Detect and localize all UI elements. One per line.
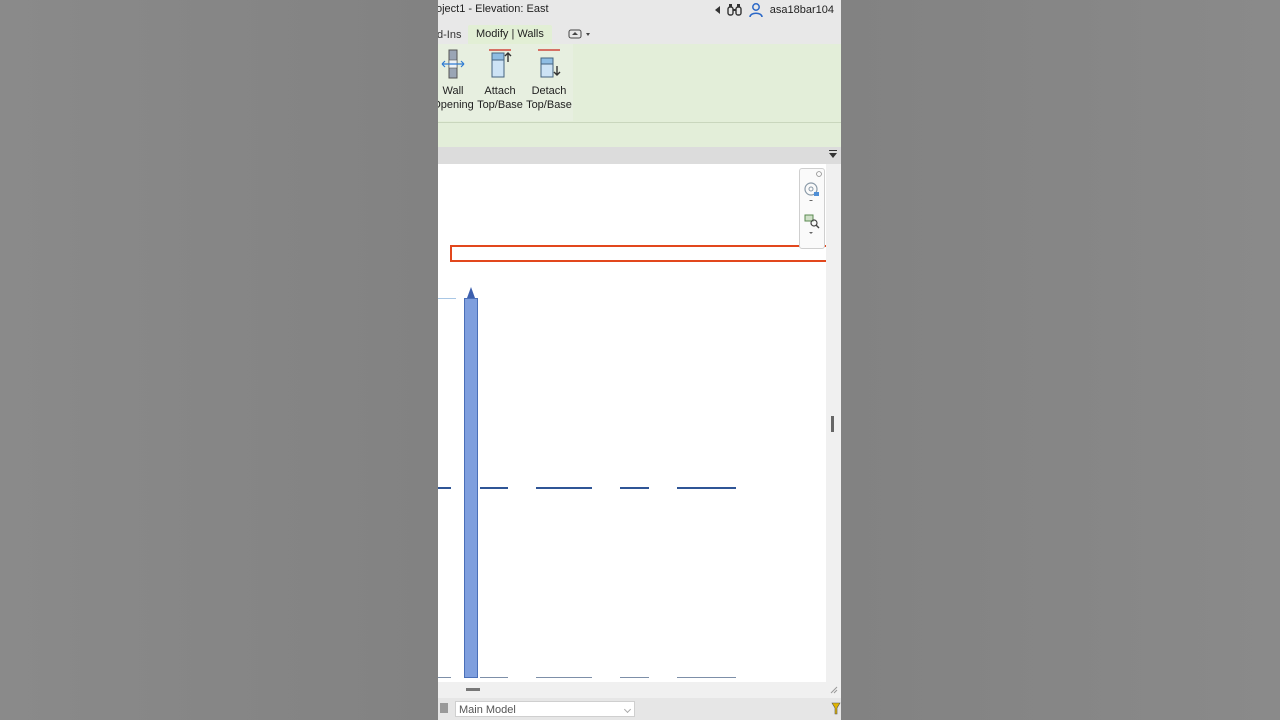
- drawing-canvas[interactable]: [438, 164, 826, 682]
- attach-label-1: Attach: [484, 85, 516, 97]
- window-title: oject1 - Elevation: East: [438, 3, 549, 15]
- detach-top-base-icon: [538, 49, 561, 78]
- panel-toggle-icon[interactable]: [568, 29, 594, 42]
- floor-line-segment: [438, 677, 451, 678]
- level-line: [438, 298, 456, 299]
- binoculars-icon[interactable]: [727, 4, 742, 16]
- title-bar: oject1 - Elevation: East asa18bar104: [438, 0, 841, 23]
- vertical-scroll-thumb[interactable]: [831, 416, 834, 432]
- floor-line-segment: [480, 677, 508, 678]
- horizontal-scroll-thumb[interactable]: [466, 688, 480, 691]
- detach-top-base-button[interactable]: Detach Top/Base: [525, 48, 573, 112]
- ribbon-tabs: d-Ins Modify | Walls: [438, 23, 841, 44]
- user-icon[interactable]: [749, 3, 763, 17]
- filter-icon[interactable]: [831, 702, 841, 716]
- detach-label-2: Top/Base: [526, 99, 572, 111]
- attach-label-2: Top/Base: [477, 99, 523, 111]
- elevation-line-segment: [438, 487, 451, 489]
- wall-opening-label-2: Opening: [438, 99, 474, 111]
- view-header-bar: [438, 147, 841, 164]
- elevation-line-segment: [620, 487, 649, 489]
- background-right: [841, 0, 1280, 720]
- attach-top-base-button[interactable]: Attach Top/Base: [476, 48, 524, 112]
- vertical-scrollbar[interactable]: [826, 164, 841, 682]
- navigation-bar: [799, 168, 825, 249]
- active-model-value: Main Model: [459, 704, 516, 716]
- zoom-icon[interactable]: [803, 213, 821, 235]
- wall-opening-icon: [441, 49, 465, 79]
- background-left: [0, 0, 438, 720]
- horizontal-scrollbar[interactable]: [438, 682, 841, 698]
- wall-opening-button[interactable]: Wall Opening: [438, 48, 477, 112]
- tab-add-ins[interactable]: d-Ins: [438, 26, 461, 44]
- revit-window: oject1 - Elevation: East asa18bar104 d-I…: [438, 0, 841, 720]
- elevation-line-segment: [480, 487, 508, 489]
- elevation-line-segment: [536, 487, 592, 489]
- chevron-down-icon: [623, 705, 632, 714]
- ribbon-divider: [438, 122, 841, 123]
- resize-grip-icon[interactable]: [830, 686, 838, 694]
- title-tools: asa18bar104: [714, 3, 834, 17]
- wall-top-grip[interactable]: [467, 287, 475, 298]
- floor-line-segment: [677, 677, 736, 678]
- floor-line-segment: [620, 677, 649, 678]
- steering-wheel-icon[interactable]: [803, 181, 821, 201]
- close-navbar-icon[interactable]: [816, 171, 822, 177]
- floor-line-segment: [536, 677, 592, 678]
- elevation-line-segment: [677, 487, 736, 489]
- tab-modify-walls[interactable]: Modify | Walls: [468, 25, 552, 44]
- wall-opening-label-1: Wall: [442, 85, 464, 97]
- attach-top-base-icon: [489, 49, 512, 78]
- modify-panel: Wall Opening Attach Top/Base: [438, 44, 573, 121]
- selected-wall[interactable]: [464, 298, 478, 678]
- highlight-box: [450, 245, 841, 262]
- detach-label-1: Detach: [531, 85, 567, 97]
- ribbon-panel: Wall Opening Attach Top/Base: [438, 44, 841, 147]
- active-model-select[interactable]: Main Model: [455, 701, 635, 717]
- expand-left-icon[interactable]: [714, 6, 720, 14]
- collapse-dropdown-icon[interactable]: [829, 150, 837, 158]
- username[interactable]: asa18bar104: [770, 4, 834, 16]
- workset-icon[interactable]: [440, 703, 450, 715]
- status-bar: Main Model: [438, 698, 841, 720]
